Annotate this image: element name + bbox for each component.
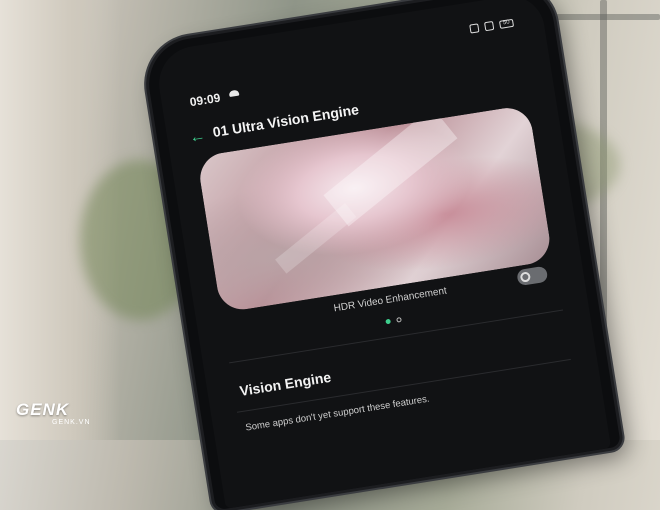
battery-icon: 50 bbox=[498, 18, 514, 29]
network-icon bbox=[469, 23, 480, 34]
back-arrow-icon[interactable]: ← bbox=[188, 127, 207, 147]
watermark-logo: GENK bbox=[16, 400, 70, 419]
banner-light-streak bbox=[275, 203, 357, 274]
phone-device: 09:09 50 ← 01 Ultra Vision Engine HDR Vi… bbox=[142, 0, 622, 510]
section-title: Vision Engine bbox=[238, 368, 333, 400]
watermark-site: GENK.VN bbox=[52, 419, 91, 426]
status-time: 09:09 bbox=[188, 90, 222, 110]
pager-dot-active[interactable] bbox=[385, 318, 392, 325]
toggle-knob bbox=[519, 271, 532, 283]
pager-dot-inactive[interactable] bbox=[396, 316, 402, 323]
hdr-video-toggle[interactable] bbox=[516, 265, 549, 287]
phone-screen: 09:09 50 ← 01 Ultra Vision Engine HDR Vi… bbox=[153, 0, 612, 509]
cloud-icon bbox=[228, 89, 240, 98]
section-note: Some apps don't yet support these featur… bbox=[244, 393, 431, 434]
status-icons: 50 bbox=[469, 18, 514, 34]
sim-icon bbox=[484, 20, 495, 32]
